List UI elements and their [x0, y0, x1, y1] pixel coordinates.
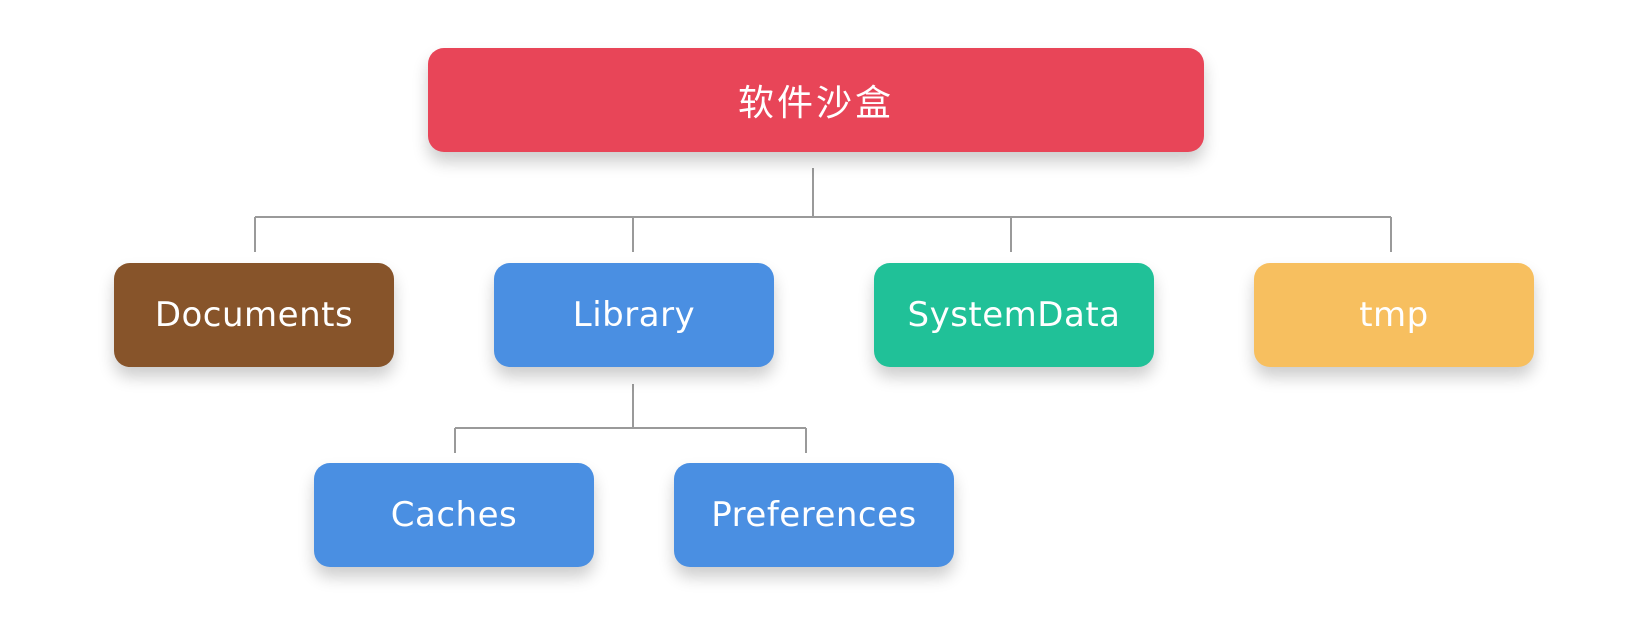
node-systemdata: SystemData	[874, 263, 1154, 367]
node-tmp: tmp	[1254, 263, 1534, 367]
node-caches: Caches	[314, 463, 594, 567]
node-label: Library	[572, 295, 696, 335]
sandbox-tree-diagram: 软件沙盒 Documents Library SystemData tmp Ca…	[0, 0, 1630, 632]
node-label: SystemData	[907, 295, 1121, 335]
node-root-sandbox: 软件沙盒	[428, 48, 1204, 152]
node-label: Preferences	[711, 495, 917, 535]
node-label: tmp	[1359, 295, 1429, 335]
node-label: Documents	[154, 295, 354, 335]
node-label: 软件沙盒	[737, 83, 894, 124]
node-documents: Documents	[114, 263, 394, 367]
node-label: Caches	[390, 495, 518, 535]
node-preferences: Preferences	[674, 463, 954, 567]
node-library: Library	[494, 263, 774, 367]
